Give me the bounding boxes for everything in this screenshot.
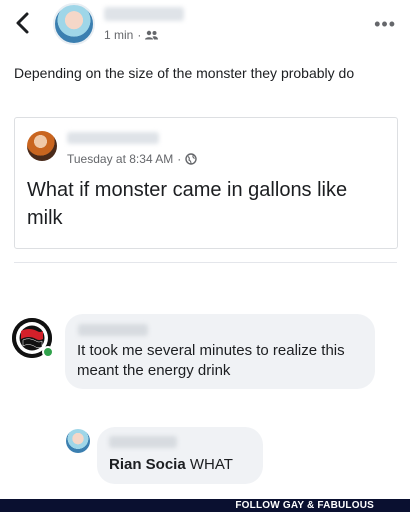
divider [14, 262, 397, 263]
shared-post-card[interactable]: Tuesday at 8:34 AM · What if monster cam… [14, 117, 398, 249]
friends-icon [145, 30, 159, 40]
mention-link[interactable]: Rian Socia [109, 456, 186, 473]
online-status-dot [42, 346, 54, 358]
comment-bubble: It took me several minutes to realize th… [65, 314, 375, 389]
post-body-text: Depending on the size of the monster the… [14, 65, 355, 81]
poster-avatar[interactable] [53, 3, 95, 45]
shared-post-text: What if monster came in gallons like mil… [27, 179, 348, 229]
watermark-banner: FOLLOW GAY & FABULOUS [0, 499, 410, 512]
shared-post-author-redacted[interactable] [67, 132, 159, 144]
reply-text-body: WHAT [185, 456, 233, 473]
post-meta: 1 min · [104, 28, 159, 42]
post-time[interactable]: 1 min [104, 28, 133, 42]
shared-post-meta: Tuesday at 8:34 AM · [67, 152, 197, 166]
poster-name-redacted[interactable] [104, 7, 184, 21]
meta-separator: · [177, 152, 182, 166]
comment-text: It took me several minutes to realize th… [77, 342, 345, 379]
chevron-left-icon[interactable] [12, 10, 34, 36]
shared-post-avatar[interactable] [27, 131, 57, 161]
reply-avatar[interactable] [66, 429, 90, 453]
reply-bubble: Rian Socia WHAT [97, 427, 263, 484]
more-options-icon[interactable]: ••• [374, 14, 396, 35]
watermark-text: FOLLOW GAY & FABULOUS [235, 500, 374, 511]
replier-name-redacted[interactable] [109, 436, 177, 448]
globe-icon [185, 153, 197, 165]
shared-post-timestamp[interactable]: Tuesday at 8:34 AM [67, 152, 173, 166]
meta-separator: · [137, 28, 142, 42]
post-header: 1 min · ••• [0, 0, 410, 56]
reply-text: Rian Socia WHAT [109, 455, 233, 474]
commenter-name-redacted[interactable] [78, 324, 148, 336]
